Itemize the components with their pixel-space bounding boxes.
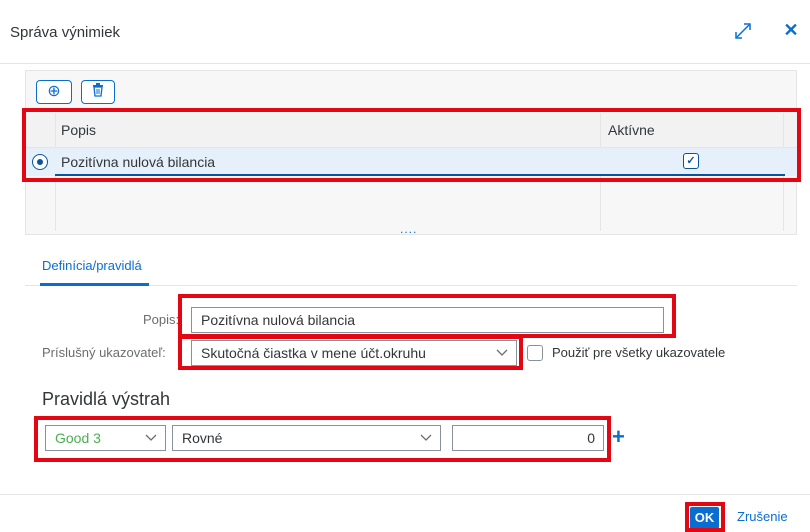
row-selection-underline — [55, 174, 785, 176]
operator-select[interactable]: Rovné — [172, 425, 441, 451]
ukazovatel-select[interactable]: Skutočná čiastka v mene účt.okruhu — [191, 340, 517, 366]
chevron-down-icon — [145, 427, 159, 449]
ok-button[interactable]: OK — [690, 507, 719, 529]
chevron-down-icon — [420, 427, 434, 449]
ukazovatel-select-value: Skutočná čiastka v mene účt.okruhu — [201, 345, 426, 361]
rules-section-title: Pravidlá výstrah — [42, 389, 171, 409]
threshold-value-input[interactable]: 0 — [452, 425, 604, 451]
popis-label: Popis: — [143, 312, 180, 327]
column-header-aktivne[interactable]: Aktívne — [608, 113, 655, 148]
cancel-button[interactable]: Zrušenie — [737, 509, 788, 524]
table-header: Popis Aktívne — [25, 113, 797, 148]
active-tab-underline — [40, 283, 149, 286]
use-for-all-label: Použiť pre všetky ukazovatele — [552, 345, 726, 360]
dialog-header: Správa výnimiek ✕ — [0, 0, 810, 64]
row-select-radio[interactable] — [32, 154, 48, 170]
dialog-title: Správa výnimiek — [10, 24, 121, 41]
table-more-indicator[interactable]: .... — [400, 222, 417, 236]
table-row[interactable]: Pozitívna nulová bilancia ✓ — [25, 148, 797, 176]
chevron-down-icon — [496, 342, 510, 364]
row-popis-cell: Pozitívna nulová bilancia — [61, 154, 216, 170]
exceptions-table: Popis Aktívne Pozitívna nulová bilancia … — [25, 113, 797, 231]
row-aktivne-checkbox[interactable]: ✓ — [683, 153, 699, 169]
expand-icon[interactable] — [734, 22, 752, 40]
ukazovatel-label: Príslušný ukazovateľ: — [42, 345, 166, 360]
dialog-footer — [0, 494, 810, 532]
status-select-value: Good 3 — [55, 430, 101, 446]
operator-select-value: Rovné — [182, 430, 223, 446]
status-select[interactable]: Good 3 — [45, 425, 166, 451]
add-circle-icon: ⊕ — [47, 83, 61, 100]
add-exception-button[interactable]: ⊕ — [36, 80, 72, 104]
close-icon[interactable]: ✕ — [782, 20, 800, 40]
add-rule-button[interactable]: + — [612, 426, 625, 448]
use-for-all-checkbox[interactable] — [527, 345, 543, 361]
trash-icon — [92, 82, 104, 102]
column-header-popis[interactable]: Popis — [61, 113, 96, 148]
delete-exception-button[interactable] — [81, 80, 115, 104]
popis-input[interactable]: Pozitívna nulová bilancia — [191, 307, 664, 333]
exceptions-dialog: Správa výnimiek ✕ ⊕ Popis Aktívne Pozití… — [0, 0, 810, 532]
tab-definicia-pravidla[interactable]: Definícia/pravidlá — [42, 258, 142, 273]
